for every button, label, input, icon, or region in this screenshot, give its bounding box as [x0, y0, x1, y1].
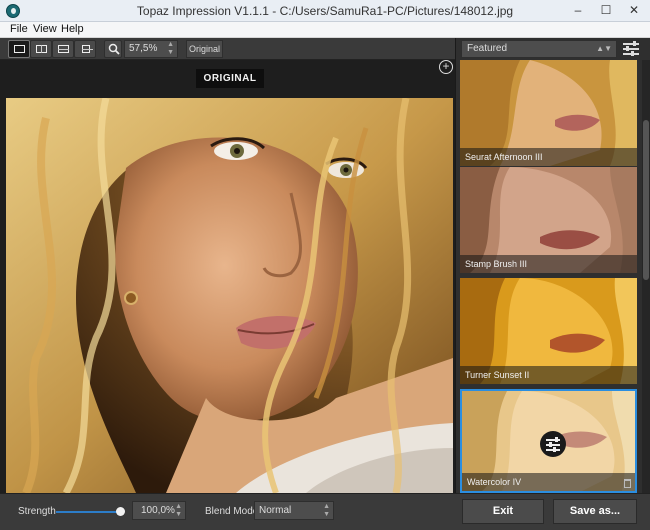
single-view-button[interactable]	[8, 40, 30, 58]
category-value: Featured	[467, 43, 508, 54]
zoom-button[interactable]	[104, 40, 122, 58]
preset-panel: Featured ▲▼ Seurat Afternoon III Stamp B…	[455, 38, 650, 493]
blend-mode-value: Normal	[259, 505, 292, 516]
title-bar: Topaz Impression V1.1.1 - C:/Users/SamuR…	[0, 0, 650, 22]
strength-input[interactable]: 100,0% ▲ ▼	[132, 501, 186, 520]
zoom-value: 57,5%	[129, 43, 158, 54]
toolbar: 57,5% ▲ ▼ Original	[0, 38, 455, 60]
preset-name: Stamp Brush III	[460, 255, 637, 273]
strength-value: 100,0%	[141, 505, 175, 516]
preset-name: Seurat Afternoon III	[460, 148, 637, 166]
panel-scrollbar[interactable]	[642, 60, 650, 493]
preset-thumbnail[interactable]: Seurat Afternoon III	[460, 60, 637, 166]
minimize-button[interactable]: –	[564, 0, 592, 22]
strength-slider-thumb[interactable]	[116, 507, 125, 516]
menu-help[interactable]: Help	[61, 23, 84, 35]
menu-bar: File View Help	[0, 22, 650, 38]
preset-name: Turner Sunset II	[460, 366, 637, 384]
strength-slider-fill	[56, 511, 120, 513]
select-arrows-icon: ▲▼	[323, 503, 330, 518]
window-title: Topaz Impression V1.1.1 - C:/Users/SamuR…	[136, 4, 514, 18]
strength-slider[interactable]	[56, 507, 125, 516]
zoom-input[interactable]: 57,5% ▲ ▼	[124, 40, 178, 58]
maximize-button[interactable]: ☐	[592, 0, 620, 22]
blend-mode-select[interactable]: Normal ▲ ▼	[254, 501, 334, 520]
stacked-view-button[interactable]	[74, 40, 96, 58]
preset-name: Watercolor IV	[462, 473, 635, 491]
single-view-icon	[14, 45, 25, 53]
strength-spinner-icon[interactable]: ▲ ▼	[175, 503, 182, 519]
magnifier-icon	[108, 43, 120, 55]
adjust-settings-icon[interactable]	[540, 431, 566, 457]
preset-thumbnail-selected[interactable]: Watercolor IV	[460, 389, 637, 493]
portrait-photo	[6, 98, 453, 493]
exit-button[interactable]: Exit	[462, 499, 544, 524]
select-arrows-icon: ▲▼	[596, 44, 612, 53]
trash-icon[interactable]	[624, 479, 631, 488]
bottom-bar: Strength 100,0% ▲ ▼ Blend Mode Normal ▲ ▼ …	[0, 493, 650, 530]
save-as-button[interactable]: Save as...	[553, 499, 637, 524]
menu-file[interactable]: File	[10, 23, 28, 35]
split-horizontal-view-button[interactable]	[52, 40, 74, 58]
menu-view[interactable]: View	[33, 23, 57, 35]
category-select[interactable]: Featured ▲▼	[461, 40, 617, 58]
close-button[interactable]: ✕	[620, 0, 648, 22]
image-canvas[interactable]: ORIGINAL +	[0, 60, 455, 493]
filter-settings-icon[interactable]	[622, 40, 640, 56]
split-vertical-icon	[36, 45, 47, 53]
add-circle-icon[interactable]: +	[439, 60, 453, 74]
strength-label: Strength	[18, 506, 56, 517]
split-vertical-view-button[interactable]	[30, 40, 52, 58]
blend-mode-label: Blend Mode	[205, 506, 259, 517]
split-horizontal-icon	[58, 45, 69, 53]
preset-thumbnail[interactable]: Stamp Brush III	[460, 167, 637, 273]
original-button[interactable]: Original	[186, 40, 223, 58]
zoom-spinner-icon[interactable]: ▲ ▼	[167, 41, 174, 57]
preset-thumbnail[interactable]: Turner Sunset II	[460, 278, 637, 384]
original-label: ORIGINAL	[196, 69, 264, 88]
stacked-view-icon	[82, 45, 93, 53]
scrollbar-thumb[interactable]	[643, 120, 649, 280]
